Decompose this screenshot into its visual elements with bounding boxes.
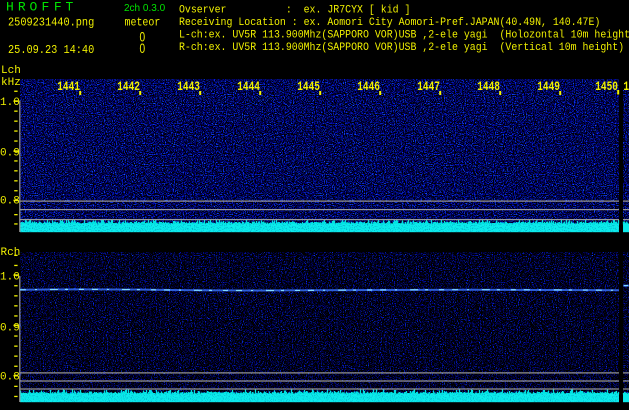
svg-text:2ch 0.3.0: 2ch 0.3.0 bbox=[124, 3, 166, 14]
svg-text:1449: 1449 bbox=[537, 81, 560, 95]
svg-text:Receiving Location : ex. Aomor: Receiving Location : ex. Aomori City Aom… bbox=[179, 16, 600, 29]
svg-text:1447: 1447 bbox=[417, 81, 440, 95]
svg-text:10: 10 bbox=[623, 81, 629, 95]
svg-text:R: R bbox=[18, 0, 26, 15]
svg-text:0.9: 0.9 bbox=[0, 323, 20, 335]
svg-text:R-ch:ex. UV5R 113.900Mhz(SAPPO: R-ch:ex. UV5R 113.900Mhz(SAPPORO VOR)USB… bbox=[179, 41, 624, 54]
svg-text:1450: 1450 bbox=[595, 81, 618, 95]
svg-text:kHz: kHz bbox=[1, 77, 21, 89]
svg-text:F: F bbox=[42, 0, 50, 15]
svg-text:1441: 1441 bbox=[57, 81, 80, 95]
svg-text:1446: 1446 bbox=[357, 81, 380, 95]
svg-text:1.0: 1.0 bbox=[0, 271, 20, 283]
svg-text:H: H bbox=[6, 0, 14, 15]
svg-text:0: 0 bbox=[140, 41, 146, 57]
svg-text:meteor: meteor bbox=[125, 17, 161, 30]
svg-text:25.09.23 14:40: 25.09.23 14:40 bbox=[8, 45, 95, 58]
svg-text:1444: 1444 bbox=[237, 81, 260, 95]
svg-text:1448: 1448 bbox=[477, 81, 500, 95]
svg-text:Rch: Rch bbox=[1, 247, 21, 259]
svg-text:0.8: 0.8 bbox=[0, 372, 20, 384]
svg-text:Ovserver : ex. JR7CY: Ovserver : ex. JR7CYX [ kid ] bbox=[179, 4, 410, 17]
svg-text:T: T bbox=[66, 0, 74, 15]
svg-text:F: F bbox=[54, 0, 62, 15]
svg-text:0.9: 0.9 bbox=[0, 147, 20, 159]
svg-text:1445: 1445 bbox=[297, 81, 320, 95]
svg-text:1442: 1442 bbox=[117, 81, 140, 95]
svg-text:1.0: 1.0 bbox=[0, 97, 20, 109]
svg-text:O: O bbox=[30, 0, 38, 15]
svg-text:L-ch:ex. UV5R 113.900Mhz(SAPPO: L-ch:ex. UV5R 113.900Mhz(SAPPORO VOR)USB… bbox=[179, 29, 629, 42]
svg-text:0.8: 0.8 bbox=[0, 195, 20, 207]
svg-text:1443: 1443 bbox=[177, 81, 200, 95]
svg-text:2509231440.png: 2509231440.png bbox=[8, 17, 94, 30]
svg-text:Lch: Lch bbox=[1, 65, 21, 77]
